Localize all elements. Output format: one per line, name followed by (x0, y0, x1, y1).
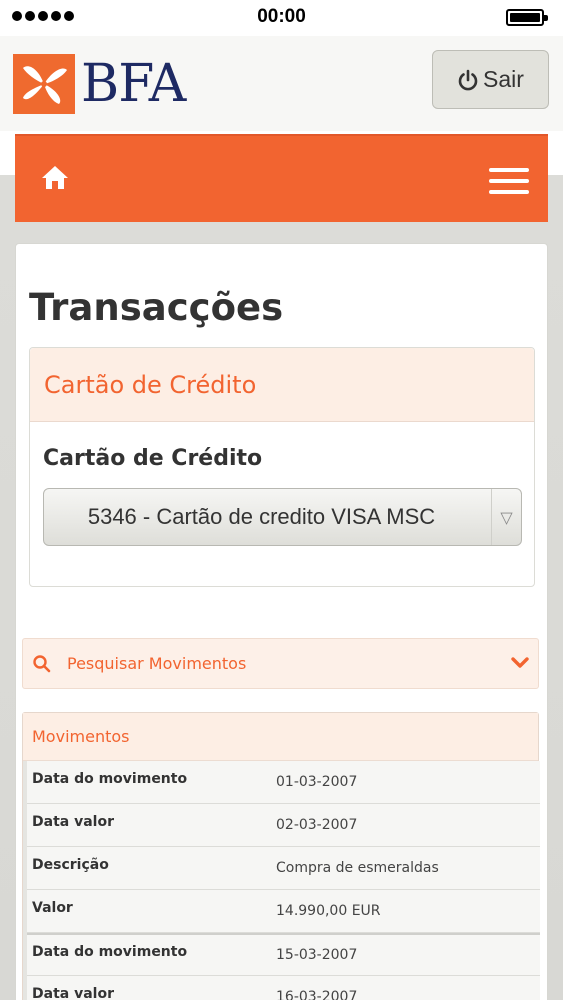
row-value: Compra de esmeraldas (276, 860, 439, 876)
movement-entry: Data do movimento 15-03-2007 Data valor … (23, 933, 540, 1000)
table-row: Data valor 16-03-2007 (27, 976, 540, 1000)
row-label: Valor (32, 900, 73, 916)
home-icon[interactable] (41, 164, 69, 190)
logout-label: Sair (483, 66, 524, 92)
navigation-bar (15, 134, 548, 222)
app-header: BFA Sair (0, 36, 563, 131)
movement-entry: Data do movimento 01-03-2007 Data valor … (23, 761, 540, 933)
search-icon (33, 655, 51, 673)
movements-table: Data do movimento 01-03-2007 Data valor … (23, 761, 540, 1000)
row-value: 14.990,00 EUR (276, 903, 381, 919)
credit-card-select-value: 5346 - Cartão de credito VISA MSC (87, 504, 436, 529)
row-label: Data valor (32, 814, 114, 830)
movements-panel: Movimentos Data do movimento 01-03-2007 … (22, 712, 540, 1000)
battery-icon (506, 9, 548, 26)
logo-flower-icon (13, 54, 75, 114)
table-row: Valor 14.990,00 EUR (27, 890, 540, 933)
row-label: Data do movimento (32, 944, 188, 960)
row-value: 01-03-2007 (276, 774, 358, 790)
row-label: Descrição (32, 857, 109, 873)
page-title: Transacções (29, 286, 284, 329)
power-icon (458, 69, 478, 90)
credit-card-select[interactable]: 5346 - Cartão de credito VISA MSC ▽ (43, 488, 522, 546)
row-label: Data valor (32, 986, 114, 1000)
logo-text: BFA (81, 54, 186, 114)
movements-heading: Movimentos (23, 713, 538, 761)
row-value: 02-03-2007 (276, 817, 358, 833)
table-row: Data valor 02-03-2007 (27, 804, 540, 847)
credit-card-panel-heading: Cartão de Crédito (30, 348, 534, 422)
chevron-down-icon (511, 657, 529, 668)
row-label: Data do movimento (32, 771, 188, 787)
hamburger-menu-icon[interactable] (489, 168, 529, 194)
search-movements-toggle[interactable]: Pesquisar Movimentos (22, 638, 539, 689)
credit-card-field-label: Cartão de Crédito (43, 446, 263, 471)
bfa-logo[interactable]: BFA (13, 54, 186, 114)
row-value: 16-03-2007 (276, 989, 358, 1000)
row-value: 15-03-2007 (276, 947, 358, 963)
credit-card-panel: Cartão de Crédito Cartão de Crédito 5346… (29, 347, 535, 587)
select-arrow-icon: ▽ (491, 489, 521, 545)
table-row: Data do movimento 15-03-2007 (27, 933, 540, 976)
table-row: Descrição Compra de esmeraldas (27, 847, 540, 890)
logout-button[interactable]: Sair (432, 50, 549, 109)
status-bar: 00:00 (0, 0, 563, 36)
table-row: Data do movimento 01-03-2007 (27, 761, 540, 804)
search-movements-label: Pesquisar Movimentos (67, 654, 247, 673)
status-time: 00:00 (257, 6, 306, 27)
